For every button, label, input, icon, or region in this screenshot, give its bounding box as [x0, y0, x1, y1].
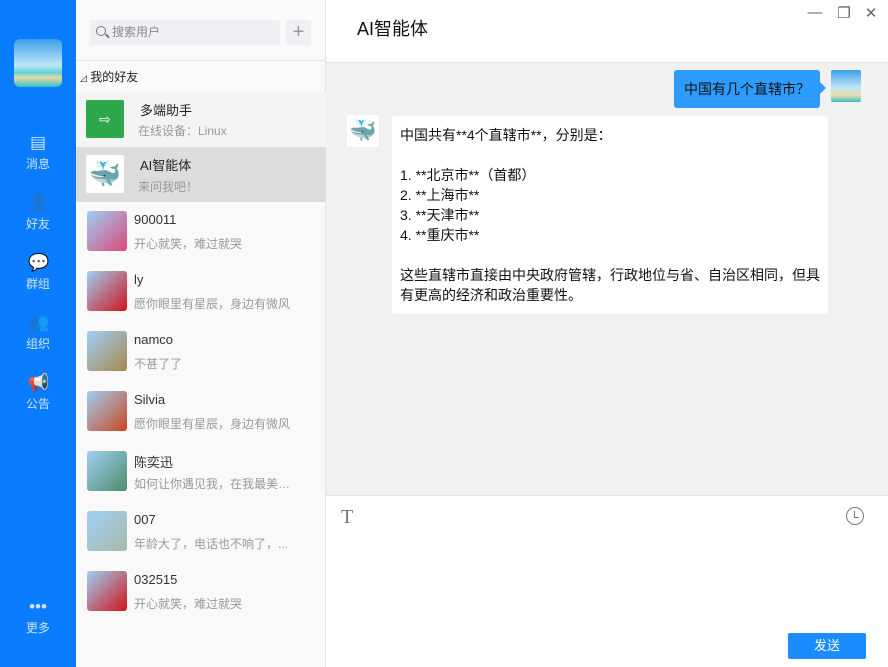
message-input[interactable]: T 发送 — [326, 495, 888, 667]
chat-panel: AI智能体 — ❐ ✕ 中国有几个直辖市？ 🐳 中国共有**4个直辖市**，分别… — [326, 0, 888, 667]
minimize-icon[interactable]: — — [806, 4, 824, 21]
friend-name: 900011 — [134, 212, 177, 227]
contacts-panel: 搜索用户 + ◿ 我的好友 ⇨ 多端助手 在线设备：Linux 🐳 AI智能体 … — [76, 0, 326, 667]
friend-avatar — [87, 271, 127, 311]
nav-groups[interactable]: 💬 群组 — [0, 254, 76, 292]
message-list: 中国有几个直辖市？ 🐳 中国共有**4个直辖市**，分别是： 1. **北京市*… — [326, 62, 888, 495]
friend-status: 年龄大了，电话也不响了，... — [134, 537, 289, 551]
announcement-icon: 📢 — [28, 373, 50, 392]
group-icon: 💬 — [28, 253, 50, 272]
friend-status: 如何让你遇见我，在我最美丽的时刻 — [134, 477, 294, 491]
friends-icon: 👤 — [28, 193, 50, 212]
friend-name: 007 — [134, 512, 156, 527]
friend-item[interactable]: Silvia 愿你眼里有星辰，身边有微风 — [76, 382, 302, 442]
nav-messages[interactable]: ▤ 消息 — [0, 134, 76, 172]
friend-avatar — [87, 451, 127, 491]
friend-avatar — [87, 331, 127, 371]
group-header-my-friends[interactable]: ◿ 我的好友 — [80, 68, 138, 85]
font-icon[interactable]: T — [341, 506, 353, 529]
chat-title: AI智能体 — [357, 19, 429, 39]
friend-item[interactable]: namco 不甚了了 — [76, 322, 302, 382]
friend-status: 开心就笑，难过就哭 — [134, 597, 243, 611]
friend-avatar — [87, 391, 127, 431]
history-clock-icon[interactable] — [846, 507, 864, 525]
nav-organization[interactable]: 👥 组织 — [0, 314, 76, 352]
friend-name: namco — [134, 332, 174, 347]
more-icon: ••• — [29, 597, 47, 616]
friend-item[interactable]: ly 愿你眼里有星辰，身边有微风 — [76, 262, 302, 322]
maximize-icon[interactable]: ❐ — [835, 4, 853, 22]
friend-status: 愿你眼里有星辰，身边有微风 — [134, 297, 291, 311]
divider — [76, 60, 326, 61]
friend-status: 不甚了了 — [134, 357, 183, 371]
contact-multi-device[interactable]: ⇨ 多端助手 在线设备：Linux — [76, 92, 326, 147]
nav-sidebar: ▤ 消息 👤 好友 💬 群组 👥 组织 📢 公告 ••• 更多 — [0, 0, 76, 667]
add-button[interactable]: + — [286, 20, 311, 45]
friend-name: 032515 — [134, 572, 178, 587]
friend-item[interactable]: 007 年龄大了，电话也不响了，... — [76, 502, 302, 562]
friend-avatar — [87, 211, 127, 251]
friend-item[interactable]: 陈奕迅如何让你遇见我，在我最美丽的时刻 — [76, 442, 302, 502]
friend-item[interactable]: 900011 开心就笑，难过就哭 — [76, 202, 302, 262]
nav-friends[interactable]: 👤 好友 — [0, 194, 76, 232]
friend-status: 愿你眼里有星辰，身边有微风 — [134, 417, 291, 431]
friend-name: ly — [134, 272, 144, 287]
contact-ai-agent[interactable]: 🐳 AI智能体 来问我吧！ — [76, 147, 326, 202]
my-avatar[interactable] — [14, 39, 62, 87]
ai-message: 中国共有**4个直辖市**，分别是： 1. **北京市**（首都） 2. **上… — [392, 116, 828, 314]
friend-name: 陈奕迅 — [134, 455, 174, 470]
friend-status: 开心就笑，难过就哭 — [134, 237, 243, 251]
user-message: 中国有几个直辖市？ — [674, 70, 826, 108]
folder-icon: ⇨ — [86, 100, 124, 138]
friend-name: Silvia — [134, 392, 166, 407]
ai-avatar: 🐳 — [347, 115, 379, 147]
user-avatar — [831, 70, 861, 102]
search-icon — [96, 26, 106, 36]
friend-avatar — [87, 511, 127, 551]
friend-item[interactable]: 032515 开心就笑，难过就哭 — [76, 562, 302, 622]
nav-more[interactable]: ••• 更多 — [0, 598, 76, 636]
friend-avatar — [87, 571, 127, 611]
organization-icon: 👥 — [28, 313, 50, 332]
whale-logo-icon: 🐳 — [86, 155, 124, 193]
close-icon[interactable]: ✕ — [862, 4, 880, 22]
send-button[interactable]: 发送 — [788, 633, 866, 659]
nav-announcement[interactable]: 📢 公告 — [0, 374, 76, 412]
search-input[interactable]: 搜索用户 — [90, 20, 280, 45]
message-icon: ▤ — [29, 133, 47, 152]
